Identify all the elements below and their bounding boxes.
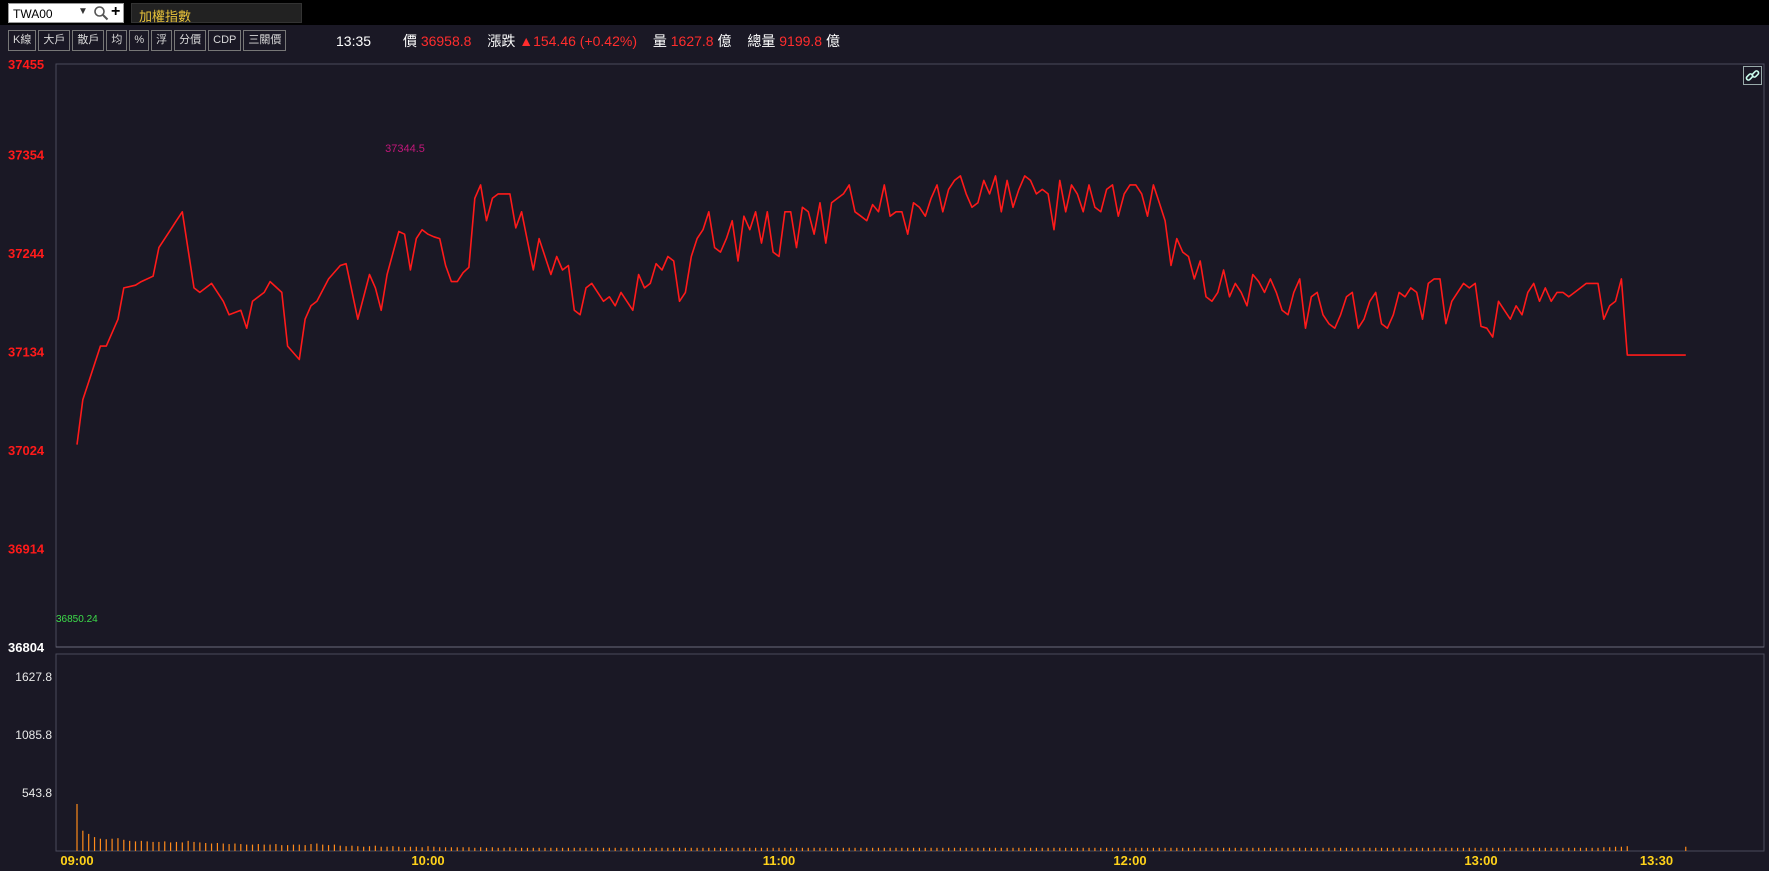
intraday-chart: 37455 37354 37244 37134 37024 36914 36804 1627… — [8, 57, 1765, 868]
volume-axis: 1627.8 1085.8 543.8 — [15, 670, 52, 800]
time-axis: 09:00 10:00 11:00 12:00 13:00 13:30 — [60, 853, 1673, 868]
price-axis-min-label: 36804 — [8, 640, 45, 655]
chart-annotations: 37344.5 36850.24 — [56, 143, 425, 625]
price-series-line — [76, 175, 1686, 445]
price-tick-label: 37354 — [8, 147, 45, 162]
price-tick-label: 37134 — [8, 344, 45, 359]
volume-tick-label: 1627.8 — [15, 670, 52, 684]
high-value-label: 37344.5 — [385, 143, 425, 155]
volume-tick-label: 1085.8 — [15, 728, 52, 742]
time-tick-label: 12:00 — [1113, 853, 1146, 868]
time-tick-label: 09:00 — [60, 853, 93, 868]
chain-link-icon — [1745, 70, 1760, 81]
price-tick-label: 37244 — [8, 246, 45, 261]
price-panel-frame — [55, 63, 1765, 648]
price-tick-label: 36914 — [8, 541, 45, 556]
reference-value-label: 36850.24 — [56, 614, 98, 625]
chart-frames — [55, 63, 1765, 852]
time-tick-label: 11:00 — [763, 853, 796, 868]
time-tick-label: 13:00 — [1464, 853, 1497, 868]
volume-bars — [76, 803, 1687, 851]
price-tick-label: 37455 — [8, 57, 44, 72]
link-icon[interactable] — [1743, 66, 1762, 85]
volume-panel-frame — [55, 653, 1765, 852]
price-axis: 37455 37354 37244 37134 37024 36914 36804 — [8, 57, 45, 655]
volume-tick-label: 543.8 — [22, 786, 52, 800]
time-tick-label: 13:30 — [1640, 853, 1673, 868]
price-tick-label: 37024 — [8, 443, 45, 458]
price-line-layer — [76, 175, 1686, 445]
time-tick-label: 10:00 — [411, 853, 444, 868]
